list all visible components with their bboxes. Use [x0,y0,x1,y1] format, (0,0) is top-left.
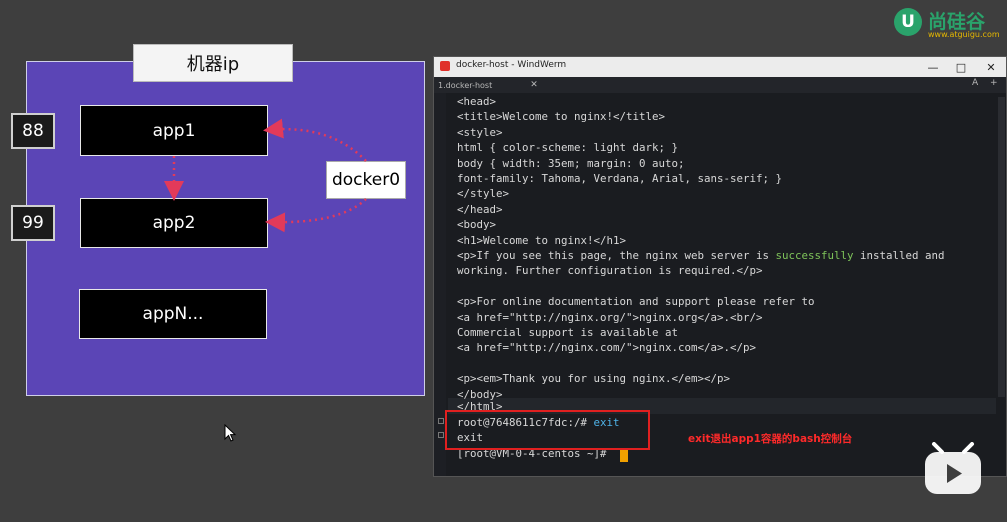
network-arrows [164,118,367,233]
mouse-pointer-icon [224,424,237,442]
success-word: successfully [775,249,854,262]
terminal-line: body { width: 35em; margin: 0 auto; [457,156,685,170]
terminal-line: Commercial support is available at [457,326,679,339]
terminal-line: <p>For online documentation and support … [457,295,815,309]
terminal-line: font-family: Tahoma, Verdana, Arial, san… [457,172,783,185]
terminal-cursor [620,449,628,462]
fold-marker-icon [438,432,444,438]
terminal-line: <style> [457,125,503,139]
bilibili-tv-icon[interactable] [922,442,984,498]
terminal-line: <a href="http://nginx.org/">nginx.org</a… [457,310,763,324]
tab-close-icon[interactable]: ✕ [530,80,538,90]
minimize-button[interactable]: — [918,59,948,75]
terminal-line: <h1>Welcome to nginx!</h1> [457,233,627,247]
tab-docker-host[interactable]: 1.docker-host ✕ [438,78,538,92]
terminal-scrollbar[interactable] [998,97,1005,397]
terminal-text: installed and [853,249,945,262]
window-title: docker-host - WindWerm [456,60,567,70]
terminal-line: <p><em>Thank you for using nginx.</em></… [457,372,731,386]
terminal-line: </style> [457,187,510,201]
terminal-line: <body> [457,218,497,232]
tab-bar: 1.docker-host ✕ A + [434,77,1006,93]
fold-marker-icon [438,418,444,424]
terminal-line: </body> [457,387,503,401]
exit-annotation: exit退出app1容器的bash控制台 [688,433,853,445]
terminal-text: <p>If you see this page, the nginx web s… [457,249,776,262]
docker0-to-app1-arrow [263,118,367,162]
terminal-line: </head> [457,202,503,216]
logo-mark: U [894,8,922,36]
docker0-to-app2-arrow [265,198,367,233]
windterm-app-icon [440,61,450,71]
terminal-line: working. Further configuration is requir… [457,264,763,278]
close-button[interactable]: ✕ [976,59,1006,75]
tab-label: 1.docker-host [438,80,493,90]
logo-url: www.atguigu.com [928,30,1000,39]
terminal-line: <head> [457,95,497,108]
font-size-button[interactable]: A [972,78,978,88]
terminal-line: html { color-scheme: light dark; } [457,141,679,155]
window-titlebar[interactable]: docker-host - WindWerm — □ ✕ [434,57,1006,77]
maximize-button[interactable]: □ [946,59,976,75]
brand-logo: U 尚硅谷 www.atguigu.com [894,8,1006,42]
terminal-line: <title>Welcome to nginx!</title> [457,110,666,124]
new-tab-button[interactable]: + [990,78,998,88]
exit-highlight-box [445,410,650,450]
terminal-line-mixed: <p>If you see this page, the nginx web s… [457,249,945,262]
terminal-line: <a href="http://nginx.com/">nginx.com</a… [457,341,757,355]
